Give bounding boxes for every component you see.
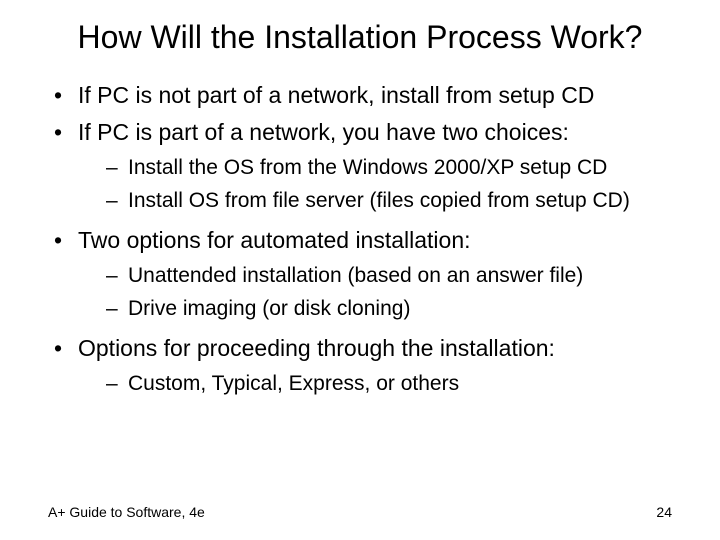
list-item: Options for proceeding through the insta… [50, 333, 680, 398]
list-item: Two options for automated installation: … [50, 225, 680, 323]
footer: A+ Guide to Software, 4e 24 [48, 504, 672, 520]
bullet-text: Install OS from file server (files copie… [128, 189, 630, 212]
list-item: Drive imaging (or disk cloning) [102, 295, 680, 323]
list-item: If PC is not part of a network, install … [50, 80, 680, 111]
bullet-text: If PC is not part of a network, install … [78, 82, 594, 108]
list-item: If PC is part of a network, you have two… [50, 117, 680, 215]
sub-list: Unattended installation (based on an ans… [102, 262, 680, 323]
slide: How Will the Installation Process Work? … [0, 0, 720, 540]
bullet-text: If PC is part of a network, you have two… [78, 119, 569, 145]
footer-left: A+ Guide to Software, 4e [48, 504, 205, 520]
list-item: Install the OS from the Windows 2000/XP … [102, 154, 680, 182]
bullet-text: Options for proceeding through the insta… [78, 335, 555, 361]
bullet-text: Unattended installation (based on an ans… [128, 264, 583, 287]
bullet-text: Custom, Typical, Express, or others [128, 372, 459, 395]
list-item: Custom, Typical, Express, or others [102, 370, 680, 398]
bullet-text: Install the OS from the Windows 2000/XP … [128, 156, 607, 179]
sub-list: Install the OS from the Windows 2000/XP … [102, 154, 680, 215]
sub-list: Custom, Typical, Express, or others [102, 370, 680, 398]
slide-title: How Will the Installation Process Work? [40, 18, 680, 56]
list-item: Unattended installation (based on an ans… [102, 262, 680, 290]
bullet-text: Two options for automated installation: [78, 227, 471, 253]
bullet-list: If PC is not part of a network, install … [50, 80, 680, 398]
bullet-text: Drive imaging (or disk cloning) [128, 297, 410, 320]
list-item: Install OS from file server (files copie… [102, 187, 680, 215]
page-number: 24 [656, 504, 672, 520]
